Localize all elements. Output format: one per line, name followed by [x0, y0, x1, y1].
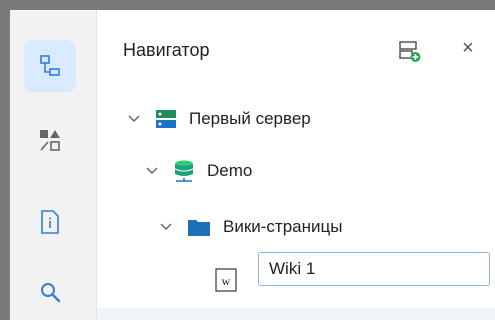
- rename-input[interactable]: [258, 252, 490, 286]
- tree-node-server[interactable]: Первый сервер: [127, 104, 311, 134]
- close-button[interactable]: ×: [462, 38, 474, 58]
- chevron-down-icon[interactable]: [145, 164, 159, 178]
- tree-node-label: Первый сервер: [189, 109, 311, 128]
- folder-icon: [188, 220, 210, 236]
- add-server-icon[interactable]: [399, 41, 421, 68]
- shapes-button[interactable]: [24, 114, 76, 166]
- server-icon: [156, 110, 176, 128]
- database-icon: [174, 160, 194, 182]
- tree-node-database[interactable]: Demo: [145, 156, 252, 186]
- search-icon: [41, 283, 61, 303]
- panel-title: Навигатор: [123, 40, 210, 60]
- svg-text:w: w: [222, 274, 231, 288]
- wiki-page-icon: w: [215, 268, 237, 292]
- document-info-button[interactable]: [24, 196, 76, 248]
- navigator-tree-icon: [40, 55, 60, 76]
- tree-node-label: Вики-страницы: [223, 217, 343, 236]
- panel-footer: [97, 308, 495, 320]
- activity-bar: [10, 10, 97, 320]
- search-button[interactable]: [24, 266, 76, 318]
- shapes-icon: [40, 130, 60, 151]
- tree-node-label: Demo: [207, 161, 253, 180]
- tree-node-folder[interactable]: Вики-страницы: [159, 212, 342, 242]
- navigator-header: Навигатор ×: [97, 10, 495, 76]
- document-info-icon: [41, 210, 59, 234]
- chevron-down-icon[interactable]: [159, 220, 173, 234]
- chevron-down-icon[interactable]: [127, 112, 141, 126]
- tree-node-wiki-page[interactable]: w: [215, 265, 249, 295]
- app-frame: Навигатор × Первый сервер Demo Вики-стра…: [10, 10, 495, 320]
- navigator-button[interactable]: [24, 40, 76, 92]
